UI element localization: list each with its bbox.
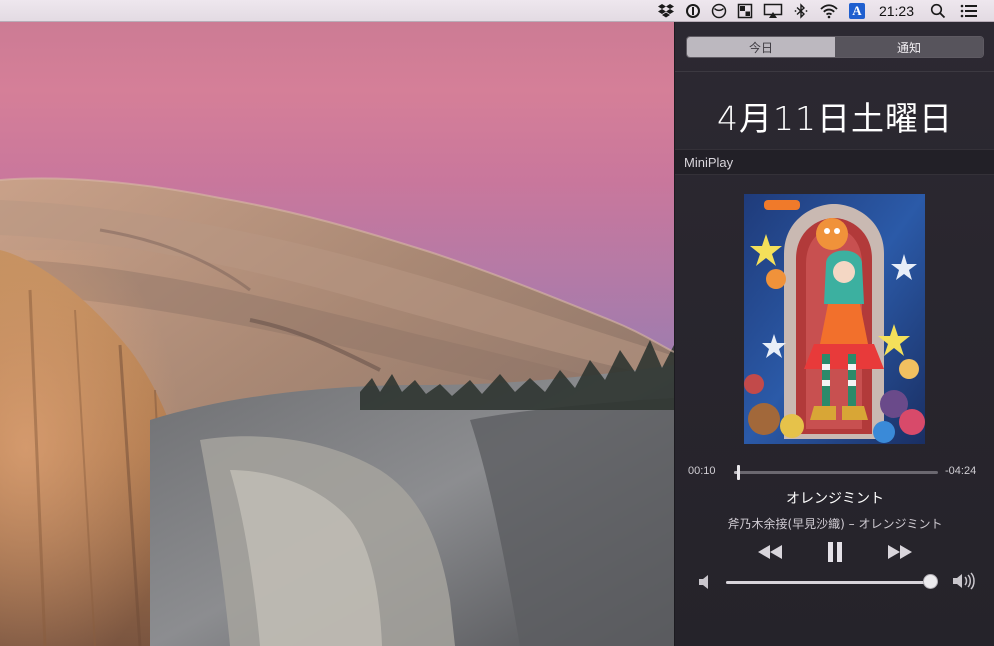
- menu-bar: A 21:23: [0, 0, 994, 22]
- view-segmented-control: 今日 通知: [686, 36, 984, 58]
- album-art: [744, 194, 925, 444]
- notification-center-icon[interactable]: [960, 0, 978, 22]
- rewind-icon[interactable]: [757, 545, 783, 559]
- progress-handle[interactable]: [737, 465, 740, 480]
- volume-low-icon: [699, 574, 711, 593]
- time-remaining: -04:24: [945, 465, 977, 477]
- track-title: オレンジミント: [786, 491, 884, 507]
- volume-slider[interactable]: [726, 574, 938, 589]
- bluetooth-icon[interactable]: [793, 0, 809, 22]
- window-manager-icon[interactable]: [737, 0, 753, 22]
- do-not-disturb-icon[interactable]: [711, 0, 727, 22]
- wifi-icon[interactable]: [819, 0, 839, 22]
- pause-icon[interactable]: [827, 542, 843, 562]
- widget-title: MiniPlay: [684, 154, 734, 170]
- volume-handle[interactable]: [923, 574, 938, 589]
- input-source-icon[interactable]: A: [848, 0, 865, 22]
- 1password-icon[interactable]: [685, 0, 701, 22]
- dropbox-icon[interactable]: [657, 0, 675, 22]
- volume-fill: [726, 581, 936, 584]
- progress-bar[interactable]: [734, 465, 938, 480]
- airplay-icon[interactable]: [763, 0, 783, 22]
- tab-today[interactable]: 今日: [687, 37, 835, 57]
- input-source-label: A: [848, 2, 865, 19]
- date-heading: 4月11日土曜日: [717, 99, 953, 138]
- volume-high-icon: [953, 572, 977, 594]
- notification-center-panel: 今日 通知 4月11日土曜日 MiniPlay 00:10 -04:24 オレン…: [674, 22, 994, 646]
- time-elapsed: 00:10: [688, 465, 716, 477]
- widget-header: MiniPlay: [675, 149, 994, 175]
- header-divider: [675, 71, 994, 72]
- menu-clock[interactable]: 21:23: [879, 0, 914, 22]
- tab-notifications[interactable]: 通知: [835, 37, 983, 57]
- track-artist-album: 斧乃木余接(早見沙織) – オレンジミント: [727, 517, 943, 531]
- transport-controls: [675, 541, 994, 563]
- album-art-illustration: [744, 194, 925, 444]
- spotlight-icon[interactable]: [930, 0, 946, 22]
- fast-forward-icon[interactable]: [887, 545, 913, 559]
